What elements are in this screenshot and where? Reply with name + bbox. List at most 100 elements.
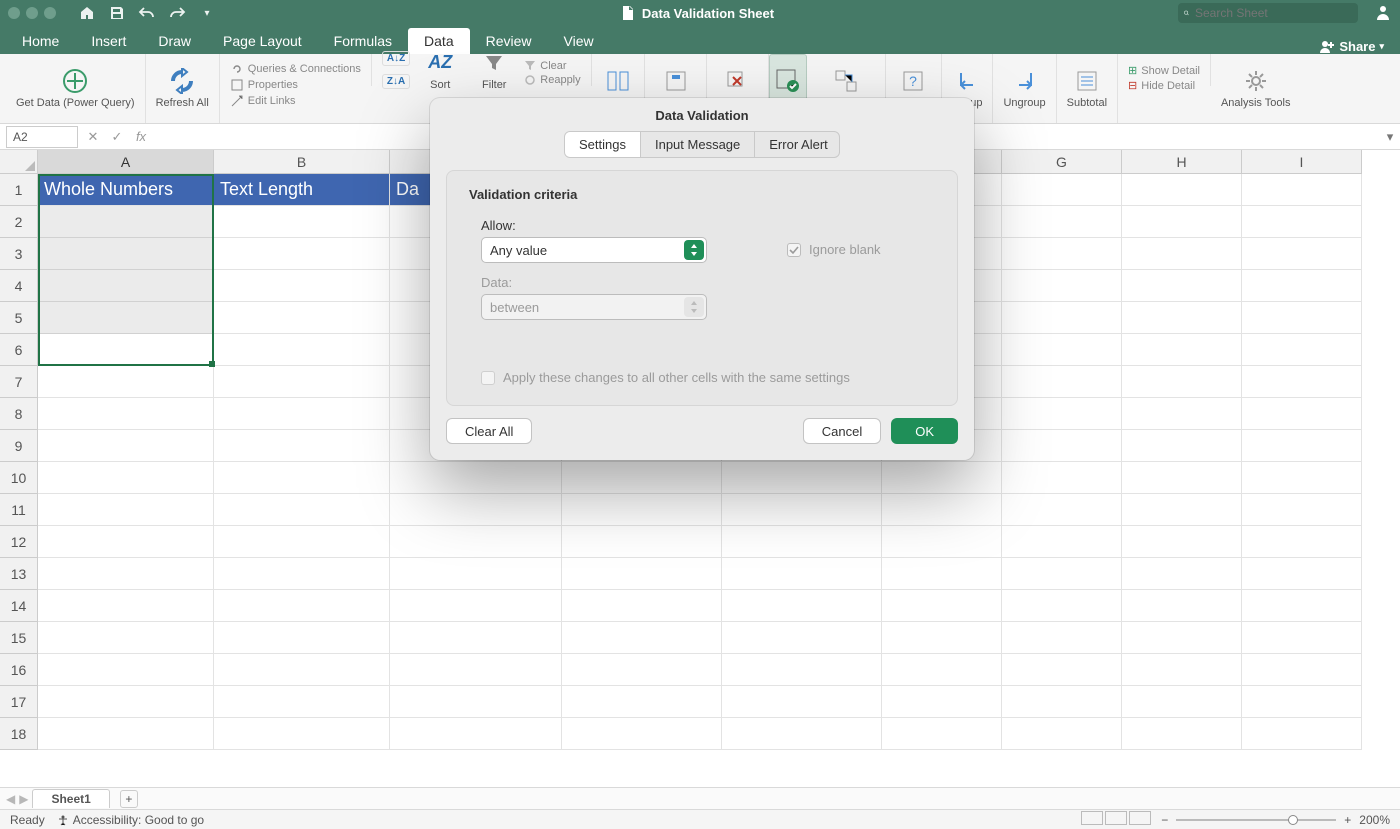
cell-C4[interactable] — [390, 270, 562, 302]
cell-E18[interactable] — [722, 718, 882, 750]
cell-E11[interactable] — [722, 494, 882, 526]
status-accessibility[interactable]: Accessibility: Good to go — [57, 813, 204, 827]
row-header-5[interactable]: 5 — [0, 302, 38, 334]
cell-B17[interactable] — [214, 686, 390, 718]
cell-H10[interactable] — [1122, 462, 1242, 494]
cell-F16[interactable] — [882, 654, 1002, 686]
cell-H13[interactable] — [1122, 558, 1242, 590]
zoom-slider[interactable] — [1176, 819, 1336, 821]
cell-B16[interactable] — [214, 654, 390, 686]
cell-B13[interactable] — [214, 558, 390, 590]
row-header-10[interactable]: 10 — [0, 462, 38, 494]
group-refresh-all[interactable]: Refresh All — [146, 54, 220, 123]
cell-B14[interactable] — [214, 590, 390, 622]
cell-A10[interactable] — [38, 462, 214, 494]
row-header-7[interactable]: 7 — [0, 366, 38, 398]
cell-I7[interactable] — [1242, 366, 1362, 398]
cells-area[interactable]: Whole NumbersText LengthDa — [38, 174, 1400, 750]
cell-G10[interactable] — [1002, 462, 1122, 494]
cell-E17[interactable] — [722, 686, 882, 718]
cell-I15[interactable] — [1242, 622, 1362, 654]
cell-A3[interactable] — [38, 238, 214, 270]
cell-A6[interactable] — [38, 334, 214, 366]
cell-D11[interactable] — [562, 494, 722, 526]
row-header-2[interactable]: 2 — [0, 206, 38, 238]
cell-A15[interactable] — [38, 622, 214, 654]
cell-E6[interactable] — [722, 334, 882, 366]
cell-D6[interactable] — [562, 334, 722, 366]
col-header-H[interactable]: H — [1122, 150, 1242, 174]
data-validation-button[interactable]: Data — [769, 54, 807, 123]
name-box[interactable]: A2 — [6, 126, 78, 148]
cell-H1[interactable] — [1122, 174, 1242, 206]
cell-F14[interactable] — [882, 590, 1002, 622]
cell-G11[interactable] — [1002, 494, 1122, 526]
view-buttons[interactable] — [1081, 811, 1153, 828]
save-icon[interactable] — [108, 4, 126, 22]
cell-G16[interactable] — [1002, 654, 1122, 686]
cell-I10[interactable] — [1242, 462, 1362, 494]
cell-E4[interactable] — [722, 270, 882, 302]
cell-B3[interactable] — [214, 238, 390, 270]
cell-H11[interactable] — [1122, 494, 1242, 526]
zoom-dot[interactable] — [44, 7, 56, 19]
cell-D5[interactable] — [562, 302, 722, 334]
properties-button[interactable]: Properties — [230, 78, 361, 92]
sheet-tab-sheet1[interactable]: Sheet1 — [32, 789, 109, 808]
cell-A1[interactable]: Whole Numbers — [38, 174, 214, 206]
cell-B12[interactable] — [214, 526, 390, 558]
cell-A16[interactable] — [38, 654, 214, 686]
tab-home[interactable]: Home — [6, 28, 75, 54]
close-dot[interactable] — [8, 7, 20, 19]
cell-C5[interactable] — [390, 302, 562, 334]
col-header-B[interactable]: B — [214, 150, 390, 174]
cell-F5[interactable] — [882, 302, 1002, 334]
cell-E2[interactable] — [722, 206, 882, 238]
cell-I5[interactable] — [1242, 302, 1362, 334]
home-icon[interactable] — [78, 4, 96, 22]
row-header-14[interactable]: 14 — [0, 590, 38, 622]
cell-D17[interactable] — [562, 686, 722, 718]
cell-C8[interactable] — [390, 398, 562, 430]
cell-E13[interactable] — [722, 558, 882, 590]
fx-icon[interactable]: fx — [132, 129, 150, 144]
row-header-16[interactable]: 16 — [0, 654, 38, 686]
cell-D9[interactable] — [562, 430, 722, 462]
accept-formula-icon[interactable]: ✓ — [108, 129, 126, 145]
col-header-E[interactable]: E — [722, 150, 882, 174]
cell-H18[interactable] — [1122, 718, 1242, 750]
zoom-level[interactable]: 200% — [1359, 813, 1390, 827]
cell-H3[interactable] — [1122, 238, 1242, 270]
cell-I14[interactable] — [1242, 590, 1362, 622]
sort-za-icon[interactable]: Z↓A — [382, 74, 410, 89]
select-all-corner[interactable] — [0, 150, 38, 174]
cell-C13[interactable] — [390, 558, 562, 590]
cell-A12[interactable] — [38, 526, 214, 558]
cell-F15[interactable] — [882, 622, 1002, 654]
cell-G15[interactable] — [1002, 622, 1122, 654]
zoom-thumb[interactable] — [1288, 815, 1298, 825]
cell-D13[interactable] — [562, 558, 722, 590]
cancel-formula-icon[interactable]: ✕ — [84, 129, 102, 145]
analysis-tools-button[interactable]: Analysis Tools — [1211, 54, 1301, 123]
cell-F6[interactable] — [882, 334, 1002, 366]
text-to-columns-button[interactable]: Text to — [592, 54, 645, 123]
tab-draw[interactable]: Draw — [142, 28, 207, 54]
cell-C10[interactable] — [390, 462, 562, 494]
cell-G17[interactable] — [1002, 686, 1122, 718]
cell-I16[interactable] — [1242, 654, 1362, 686]
clear-filter-button[interactable]: Clear — [524, 60, 580, 72]
zoom-in-button[interactable]: + — [1344, 813, 1351, 827]
cell-G13[interactable] — [1002, 558, 1122, 590]
cell-G12[interactable] — [1002, 526, 1122, 558]
row-header-6[interactable]: 6 — [0, 334, 38, 366]
cell-D14[interactable] — [562, 590, 722, 622]
user-icon[interactable] — [1374, 3, 1392, 24]
cell-H2[interactable] — [1122, 206, 1242, 238]
cell-A5[interactable] — [38, 302, 214, 334]
hide-detail-button[interactable]: ⊟Hide Detail — [1128, 79, 1200, 92]
cell-G7[interactable] — [1002, 366, 1122, 398]
cell-I13[interactable] — [1242, 558, 1362, 590]
cell-E14[interactable] — [722, 590, 882, 622]
sort-button[interactable]: AZ Sort — [416, 47, 464, 93]
